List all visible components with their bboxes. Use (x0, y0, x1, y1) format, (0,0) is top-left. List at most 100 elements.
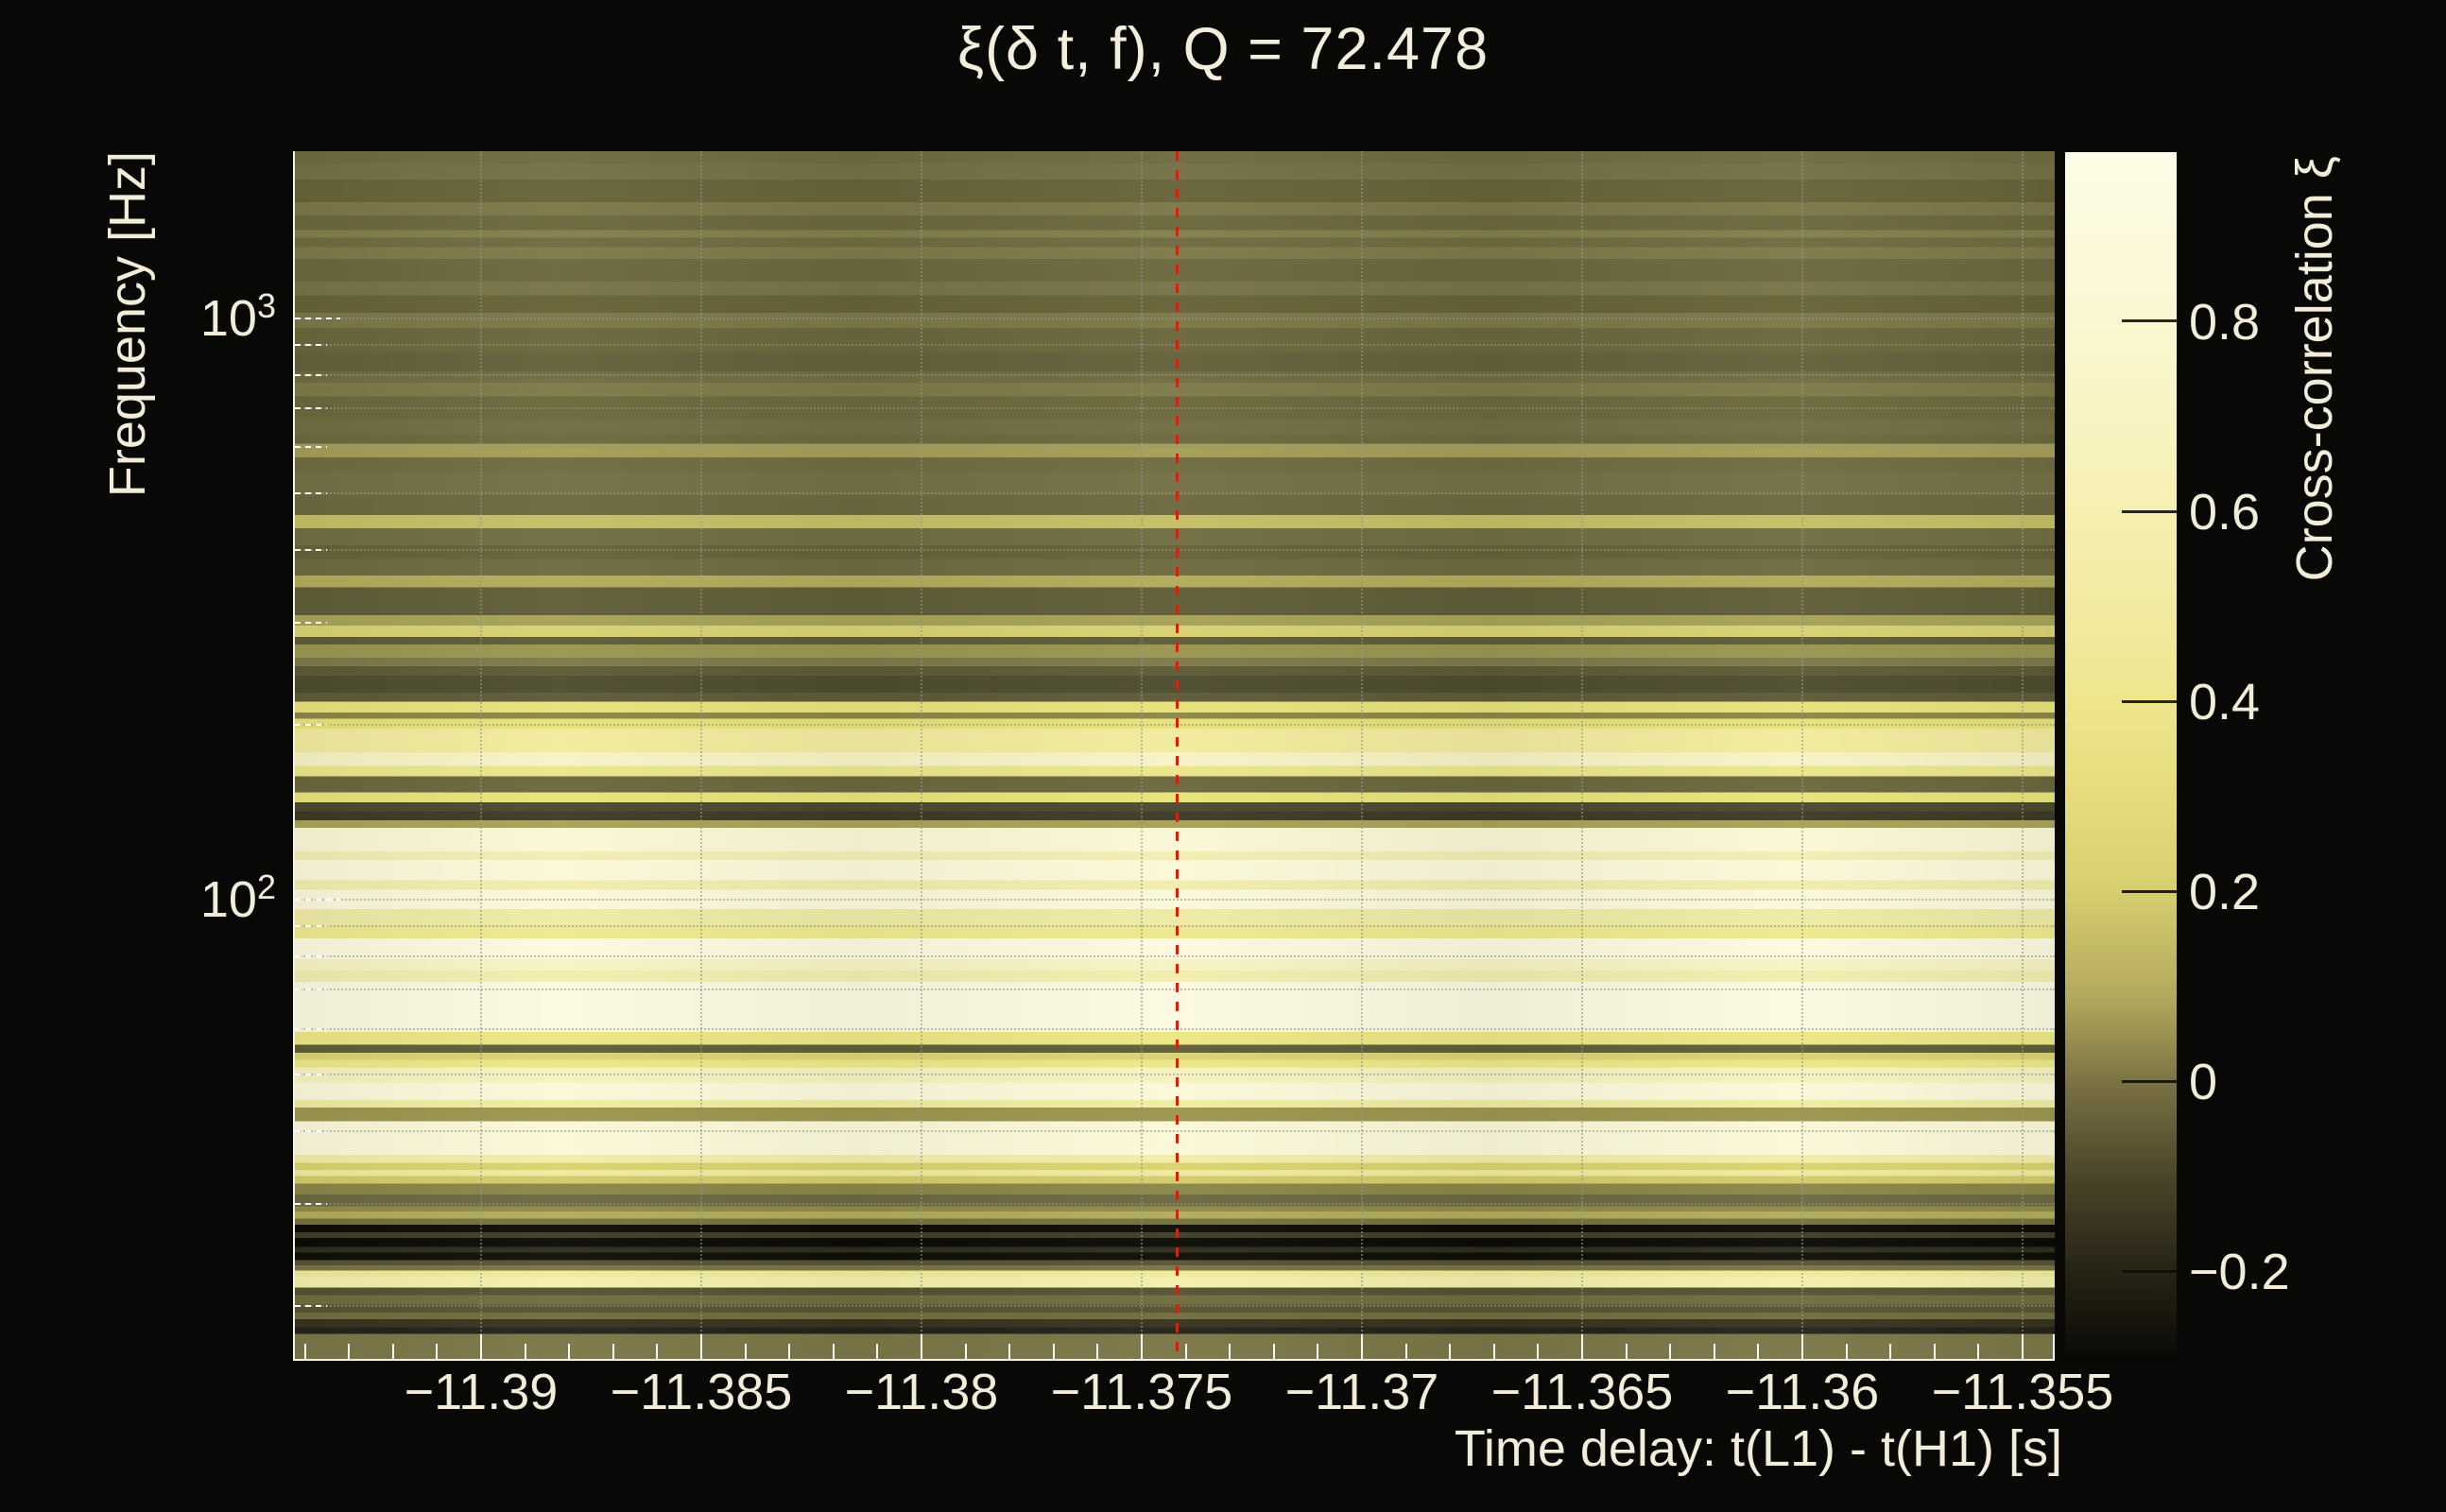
vertical-gridline (479, 151, 482, 1361)
horizontal-gridline (293, 723, 2055, 726)
x-minor-tick-mark (1845, 1344, 1848, 1359)
y-tick-mark (295, 318, 340, 320)
x-major-tick-mark (1580, 1334, 1583, 1359)
y-tick-mark (295, 446, 327, 449)
x-minor-tick-mark (876, 1344, 879, 1359)
x-minor-tick-mark (1933, 1344, 1936, 1359)
colorbar-title: Cross-correlation ξ (2286, 156, 2343, 582)
axis-frame-left (293, 151, 295, 1361)
x-major-tick-mark (1800, 1334, 1803, 1359)
time-delay-marker-line (1175, 151, 1179, 1361)
y-tick-mark (295, 621, 327, 624)
horizontal-gridline (293, 1027, 2055, 1030)
colorbar-tick-mark (2122, 1079, 2177, 1083)
x-minor-tick-mark (744, 1344, 747, 1359)
x-tick-label: −11.38 (844, 1364, 999, 1420)
y-tick-mark (295, 1129, 327, 1132)
x-minor-tick-mark (1008, 1344, 1011, 1359)
x-major-tick-mark (920, 1334, 922, 1359)
y-tick-mark (295, 1305, 327, 1308)
y-tick-mark (295, 373, 327, 376)
horizontal-gridline (293, 344, 2055, 347)
x-minor-tick-mark (568, 1344, 571, 1359)
y-tick-mark (295, 899, 340, 902)
y-tick-label: 103 (199, 286, 276, 348)
x-tick-label: −11.36 (1725, 1364, 1880, 1420)
colorbar-tick-mark (2122, 699, 2177, 703)
x-major-tick-mark (2021, 1334, 2024, 1359)
x-minor-tick-mark (1713, 1344, 1715, 1359)
colorbar-tick-label: −0.2 (2189, 1244, 2290, 1301)
axis-right-end-tick (2053, 1334, 2055, 1359)
x-minor-tick-mark (1272, 1344, 1275, 1359)
horizontal-gridline (293, 492, 2055, 495)
vertical-gridline (920, 151, 922, 1361)
x-minor-tick-mark (1625, 1344, 1628, 1359)
horizontal-gridline (293, 925, 2055, 928)
y-tick-label: 102 (199, 868, 276, 929)
x-minor-tick-mark (1669, 1344, 1672, 1359)
vertical-gridline (1360, 151, 1363, 1361)
x-minor-tick-mark (303, 1344, 306, 1359)
x-minor-tick-mark (788, 1344, 791, 1359)
x-minor-tick-mark (524, 1344, 526, 1359)
y-tick-mark (295, 492, 327, 495)
x-minor-tick-mark (1492, 1344, 1495, 1359)
horizontal-gridline (293, 318, 2055, 320)
vertical-gridline (1800, 151, 1803, 1361)
y-axis-title: Frequency [Hz] (99, 151, 156, 498)
y-tick-mark (295, 407, 327, 410)
y-tick-mark (295, 548, 327, 551)
x-axis-title: Time delay: t(L1) - t(H1) [s] (1454, 1420, 2062, 1477)
x-minor-tick-mark (1404, 1344, 1407, 1359)
x-minor-tick-mark (1096, 1344, 1099, 1359)
x-minor-tick-mark (1449, 1344, 1452, 1359)
x-minor-tick-mark (1977, 1344, 1980, 1359)
horizontal-gridline (293, 988, 2055, 991)
colorbar-tick-mark (2122, 1269, 2177, 1273)
x-tick-label: −11.355 (1931, 1364, 2114, 1420)
y-tick-mark (295, 925, 327, 928)
x-tick-label: −11.375 (1050, 1364, 1233, 1420)
horizontal-gridline (293, 621, 2055, 624)
x-minor-tick-mark (391, 1344, 394, 1359)
x-minor-tick-mark (656, 1344, 659, 1359)
vertical-gridline (1140, 151, 1143, 1361)
colorbar-tick-mark (2122, 509, 2177, 513)
horizontal-gridline (293, 1202, 2055, 1205)
y-tick-mark (295, 344, 327, 347)
x-minor-tick-mark (1229, 1344, 1232, 1359)
colorbar-tick-label: 0 (2189, 1054, 2218, 1111)
colorbar-tick-mark (2122, 889, 2177, 893)
horizontal-gridline (293, 1305, 2055, 1308)
horizontal-gridline (293, 407, 2055, 410)
y-tick-mark (295, 1074, 327, 1076)
x-tick-label: −11.365 (1490, 1364, 1674, 1420)
x-minor-tick-mark (348, 1344, 351, 1359)
horizontal-gridline (293, 899, 2055, 902)
x-minor-tick-mark (612, 1344, 614, 1359)
y-tick-mark (295, 954, 327, 957)
heatmap-texture-overlay (293, 151, 2055, 1361)
x-tick-label: −11.39 (404, 1364, 559, 1420)
x-major-tick-mark (1140, 1334, 1143, 1359)
x-minor-tick-mark (1052, 1344, 1055, 1359)
horizontal-gridline (293, 1129, 2055, 1132)
x-minor-tick-mark (436, 1344, 439, 1359)
y-tick-mark (295, 1202, 327, 1205)
x-minor-tick-mark (1757, 1344, 1760, 1359)
axis-frame-bottom (293, 1359, 2055, 1361)
x-minor-tick-mark (1889, 1344, 1892, 1359)
vertical-gridline (699, 151, 702, 1361)
y-tick-mark (295, 988, 327, 991)
horizontal-gridline (293, 1074, 2055, 1076)
x-tick-label: −11.385 (610, 1364, 793, 1420)
x-minor-tick-mark (1537, 1344, 1540, 1359)
colorbar (2065, 152, 2177, 1359)
colorbar-tick-label: 0.2 (2189, 864, 2261, 921)
x-minor-tick-mark (1317, 1344, 1319, 1359)
vertical-gridline (1580, 151, 1583, 1361)
y-tick-mark (295, 723, 327, 726)
x-minor-tick-mark (832, 1344, 835, 1359)
x-tick-label: −11.37 (1284, 1364, 1439, 1420)
